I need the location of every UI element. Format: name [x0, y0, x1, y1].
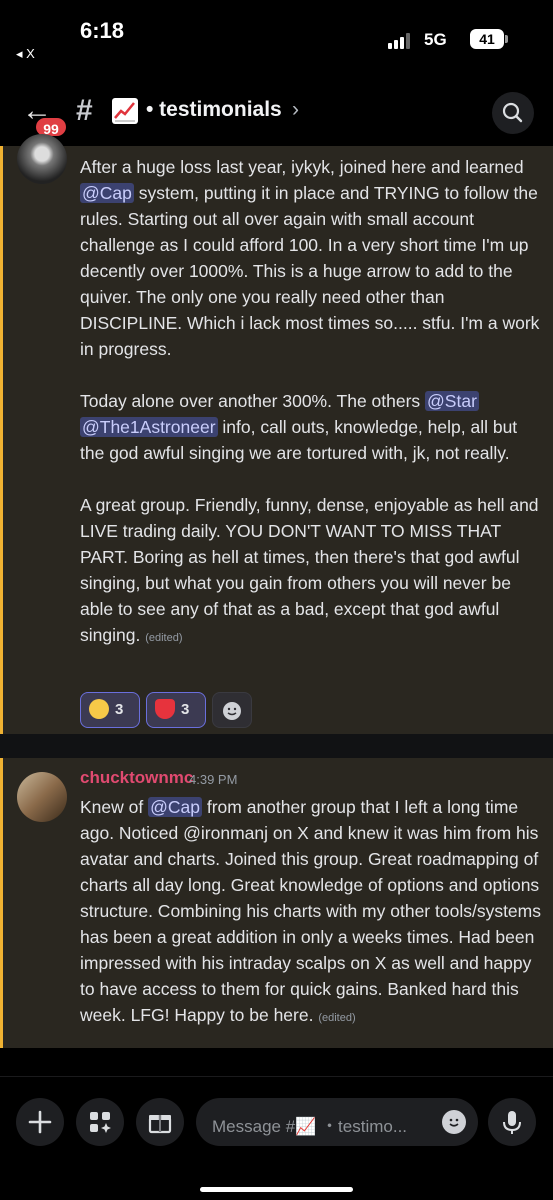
user-mention[interactable]: @Cap	[80, 183, 134, 203]
attach-button[interactable]	[16, 1098, 64, 1146]
back-to-app-link[interactable]: ◂ X	[16, 46, 35, 62]
gift-button[interactable]	[136, 1098, 184, 1146]
composer-bar: Message #📈 ・testimo...	[0, 1076, 553, 1200]
reaction-count: 3	[181, 701, 190, 718]
battery-icon: 41	[470, 29, 508, 49]
edited-tag: (edited)	[145, 632, 183, 644]
apps-button[interactable]	[76, 1098, 124, 1146]
reaction-rofl[interactable]: 3	[80, 692, 140, 728]
message-paragraph: Today alone over another 300%. The other…	[80, 391, 518, 463]
message-paragraph: A great group. Friendly, funny, dense, e…	[80, 495, 539, 645]
user-mention[interactable]: @Star	[425, 391, 479, 411]
avatar[interactable]	[17, 134, 67, 184]
search-icon	[502, 102, 523, 123]
cell-signal-icon	[388, 33, 414, 49]
network-type: 5G	[424, 30, 447, 49]
message-body: After a huge loss last year, iykyk, join…	[80, 154, 543, 651]
user-mention[interactable]: @The1Astroneer	[80, 417, 218, 437]
smiley-icon	[223, 702, 241, 720]
clock: 6:18	[80, 18, 125, 43]
channel-header: ← 99 # • testimonials ›	[0, 70, 553, 146]
channel-name[interactable]: • testimonials	[146, 98, 282, 122]
message-paragraph: Knew of @Cap from another group that I l…	[80, 797, 541, 1025]
message-timestamp: 4:39 PM	[189, 772, 238, 787]
message-placeholder: Message #📈 ・testimo...	[212, 1117, 408, 1136]
microphone-icon	[503, 1111, 521, 1134]
plus-icon	[28, 1110, 52, 1134]
avatar[interactable]	[17, 772, 67, 822]
chart-emoji-icon	[112, 98, 138, 124]
rofl-emoji-icon	[89, 698, 109, 719]
edited-tag: (edited)	[318, 1012, 356, 1024]
message-paragraph: After a huge loss last year, iykyk, join…	[80, 157, 540, 359]
heart-emoji-icon	[155, 698, 175, 719]
message-input[interactable]: Message #📈 ・testimo...	[196, 1098, 478, 1146]
search-button[interactable]	[492, 92, 534, 134]
apps-sparkle-icon	[90, 1112, 111, 1133]
reaction-heart[interactable]: 3	[146, 692, 206, 728]
message-author[interactable]: chucktownmc	[80, 768, 193, 788]
message-body: Knew of @Cap from another group that I l…	[80, 794, 543, 1031]
message-divider	[0, 734, 553, 758]
gift-icon	[148, 1115, 172, 1134]
voice-message-button[interactable]	[488, 1098, 536, 1146]
channel-hash-icon: #	[76, 94, 93, 127]
message-item: After a huge loss last year, iykyk, join…	[0, 134, 553, 734]
user-mention[interactable]: @Cap	[148, 797, 202, 817]
message-feed[interactable]: After a huge loss last year, iykyk, join…	[0, 134, 553, 1076]
message-item: chucktownmc 4:39 PM Knew of @Cap from an…	[0, 758, 553, 1048]
add-reaction-button[interactable]	[212, 692, 252, 728]
home-indicator	[200, 1187, 353, 1192]
chevron-right-icon[interactable]: ›	[292, 98, 299, 122]
status-bar: 6:18 ◂ X 5G 41	[0, 0, 553, 70]
reaction-count: 3	[115, 701, 124, 718]
emoji-picker-icon[interactable]	[442, 1110, 466, 1134]
